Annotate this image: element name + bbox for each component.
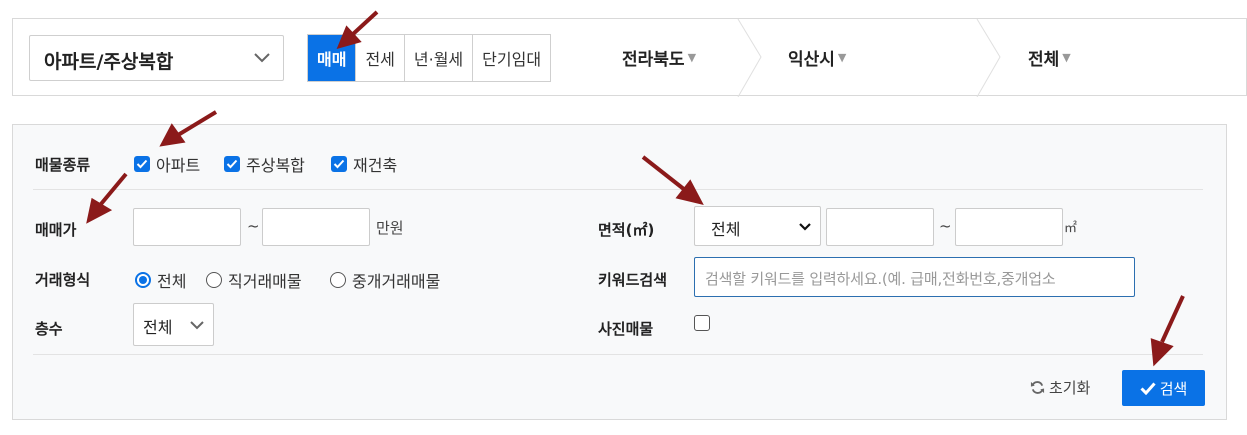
floor-select[interactable]: 전체: [133, 303, 214, 346]
deal-form-label: 거래형식: [35, 271, 91, 289]
region-province-dropdown[interactable]: 전라북도 ▼: [622, 19, 696, 95]
checkbox-photo[interactable]: [694, 315, 716, 331]
checkbox-mixed-use[interactable]: 주상복합: [224, 152, 305, 176]
price-max-input[interactable]: [262, 208, 370, 246]
checkbox-unchecked-icon: [694, 315, 710, 331]
radio-deal-broker[interactable]: 중개거래매물: [330, 268, 440, 292]
checkbox-apartment-label: 아파트: [156, 156, 201, 175]
top-bar: 아파트/주상복합 매매 전세 년·월세 단기임대 전라북도 ▼ 익산시 ▼ 전체…: [12, 18, 1247, 97]
price-label: 매매가: [35, 221, 77, 239]
reset-button[interactable]: 초기화: [1030, 377, 1090, 398]
tab-monthly-rent[interactable]: 년·월세: [403, 35, 473, 81]
floor-select-value: 전체: [143, 318, 173, 337]
area-select[interactable]: 전체: [694, 206, 821, 246]
area-label: 면적(㎡): [598, 221, 655, 239]
deal-type-tabs: 매매 전세 년·월세 단기임대: [307, 34, 552, 82]
breadcrumb-separator: [976, 19, 1001, 97]
divider: [33, 189, 1203, 190]
filter-panel: 매물종류 아파트 주상복합 재건축 매매가 ~ 만원 면적(㎡) 전체 ~ ㎡ …: [12, 124, 1227, 420]
area-select-value: 전체: [711, 220, 741, 239]
breadcrumb-separator: [737, 19, 762, 97]
reset-label: 초기화: [1049, 379, 1091, 397]
checkbox-checked-icon: [331, 156, 347, 172]
price-unit: 만원: [376, 219, 404, 237]
check-icon: [1140, 381, 1156, 395]
refresh-icon: [1030, 381, 1045, 394]
radio-deal-all[interactable]: 전체: [135, 268, 186, 292]
keyword-label: 키워드검색: [598, 271, 668, 289]
tab-sale[interactable]: 매매: [308, 35, 356, 81]
chevron-down-icon: [190, 321, 204, 330]
radio-deal-direct-label: 직거래매물: [228, 272, 302, 291]
area-min-input[interactable]: [826, 208, 934, 246]
caret-down-icon: ▼: [1062, 50, 1071, 64]
region-district-label: 전체: [1028, 49, 1060, 70]
radio-selected-icon: [135, 272, 151, 288]
area-max-input[interactable]: [955, 208, 1063, 246]
chevron-down-icon: [799, 223, 811, 231]
price-min-input[interactable]: [133, 208, 241, 246]
area-range-tilde: ~: [939, 217, 952, 235]
checkbox-reconstruction-label: 재건축: [353, 156, 398, 175]
region-district-dropdown[interactable]: 전체 ▼: [1028, 19, 1071, 95]
radio-deal-all-label: 전체: [157, 272, 187, 291]
tab-short-term-rent[interactable]: 단기임대: [472, 35, 551, 81]
floor-label: 층수: [35, 320, 63, 338]
property-type-value: 아파트/주상복합: [44, 51, 174, 73]
checkbox-mixed-use-label: 주상복합: [246, 156, 305, 175]
radio-unselected-icon: [206, 272, 222, 288]
checkbox-apartment[interactable]: 아파트: [134, 152, 200, 176]
caret-down-icon: ▼: [837, 50, 847, 64]
property-kind-label: 매물종류: [35, 156, 91, 174]
area-unit: ㎡: [1064, 221, 1078, 236]
radio-deal-broker-label: 중개거래매물: [352, 272, 441, 291]
search-label: 검색: [1159, 379, 1188, 398]
chevron-down-icon: [254, 53, 270, 63]
photo-label: 사진매물: [598, 320, 654, 338]
radio-unselected-icon: [330, 272, 346, 288]
price-range-tilde: ~: [247, 217, 260, 235]
tab-jeonse[interactable]: 전세: [355, 35, 404, 81]
checkbox-reconstruction[interactable]: 재건축: [331, 152, 397, 176]
region-city-dropdown[interactable]: 익산시 ▼: [788, 19, 846, 95]
keyword-placeholder: 검색할 키워드를 입력하세요.(예. 급매,전화번호,중개업소: [705, 270, 1056, 288]
region-province-label: 전라북도: [622, 49, 685, 70]
property-type-select[interactable]: 아파트/주상복합: [29, 35, 284, 81]
search-button[interactable]: 검색: [1122, 370, 1205, 406]
keyword-input[interactable]: 검색할 키워드를 입력하세요.(예. 급매,전화번호,중개업소: [694, 257, 1135, 297]
divider: [33, 354, 1203, 355]
checkbox-checked-icon: [224, 156, 240, 172]
radio-deal-direct[interactable]: 직거래매물: [206, 268, 302, 292]
checkbox-checked-icon: [134, 156, 150, 172]
region-city-label: 익산시: [788, 49, 835, 70]
caret-down-icon: ▼: [687, 50, 697, 64]
